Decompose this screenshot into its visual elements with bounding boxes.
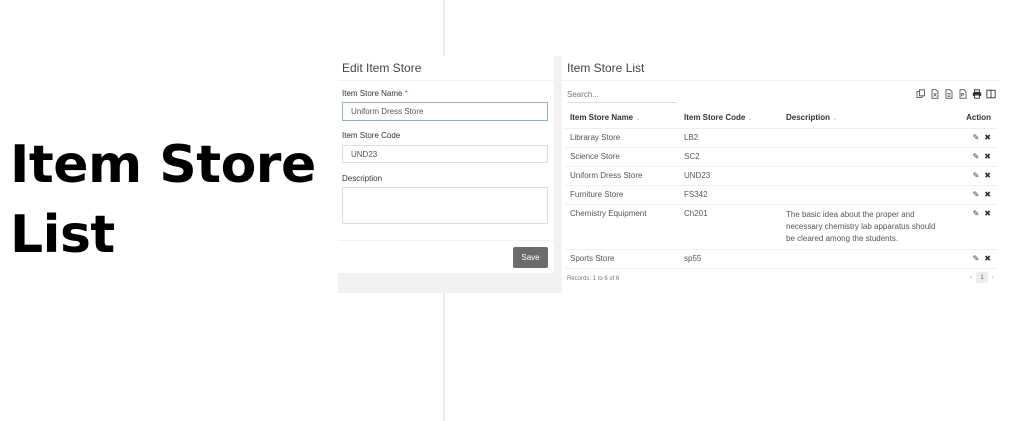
edit-panel-title: Edit Item Store [342,61,422,75]
search-input[interactable] [567,87,677,103]
page-number-button[interactable]: 1 [976,272,988,283]
item-store-name-input[interactable] [342,102,548,121]
list-panel-title: Item Store List [567,61,645,75]
delete-icon[interactable]: ✖ [984,171,991,180]
copy-icon[interactable] [916,89,926,99]
edit-icon[interactable]: ✎ [973,152,980,161]
sort-icon: ⌄ [635,116,641,123]
cell-code: LB2 [679,128,781,148]
prev-page-icon[interactable]: ‹ [970,275,972,281]
cell-code: Ch201 [679,204,781,250]
item-store-table: Item Store Name ⌄ Item Store Code ⌄ Desc… [565,108,997,269]
csv-icon[interactable] [944,89,954,99]
cell-name: Libraray Store [565,128,679,148]
cell-actions: ✎ ✖ [951,147,997,167]
column-header-action: Action [951,108,997,129]
cell-actions: ✎ ✖ [951,185,997,205]
delete-icon[interactable]: ✖ [984,209,991,218]
records-count: Records: 1 to 6 of 6 [567,276,620,282]
cell-description: The basic idea about the proper and nece… [781,204,951,250]
cell-description [781,249,951,269]
description-textarea[interactable] [342,187,548,224]
edit-icon[interactable]: ✎ [973,190,980,199]
cell-description [781,166,951,186]
table-row: Sports Store sp55 ✎ ✖ [565,249,997,269]
description-label: Description [342,174,383,183]
cell-name: Science Store [565,147,679,167]
page-heading: Item Store List [10,135,316,265]
export-toolbar [916,89,996,99]
sort-icon: ⌄ [747,116,753,123]
table-row: Furniture Store FS342 ✎ ✖ [565,185,997,205]
table-row: Chemistry Equipment Ch201 The basic idea… [565,204,997,250]
edit-icon[interactable]: ✎ [973,254,980,263]
cell-name: Uniform Dress Store [565,166,679,186]
cell-actions: ✎ ✖ [951,249,997,269]
table-row: Libraray Store LB2 ✎ ✖ [565,128,997,148]
delete-icon[interactable]: ✖ [984,190,991,199]
excel-icon[interactable] [930,89,940,99]
list-panel-divider [562,80,1000,81]
cell-name: Sports Store [565,249,679,269]
cell-description [781,185,951,205]
cell-code: sp55 [679,249,781,269]
cell-description [781,128,951,148]
save-button[interactable]: Save [513,247,548,268]
item-store-list-panel: Item Store List Item Store Name ⌄ Item S… [562,56,1000,293]
edit-icon[interactable]: ✎ [973,133,980,142]
cell-code: FS342 [679,185,781,205]
column-header-code[interactable]: Item Store Code ⌄ [679,108,781,129]
edit-item-store-panel: Edit Item Store Item Store Name * Item S… [338,56,554,273]
edit-icon[interactable]: ✎ [973,209,980,218]
required-mark: * [404,89,408,98]
item-store-name-label: Item Store Name * [342,89,408,98]
next-page-icon[interactable]: › [992,275,994,281]
table-header-row: Item Store Name ⌄ Item Store Code ⌄ Desc… [565,108,997,129]
cell-actions: ✎ ✖ [951,128,997,148]
column-header-description[interactable]: Description ⌄ [781,108,951,129]
columns-icon[interactable] [986,89,996,99]
delete-icon[interactable]: ✖ [984,152,991,161]
column-header-name[interactable]: Item Store Name ⌄ [565,108,679,129]
delete-icon[interactable]: ✖ [984,133,991,142]
cell-code: UND23 [679,166,781,186]
cell-name: Chemistry Equipment [565,204,679,250]
pagination: ‹ 1 › [970,272,994,283]
edit-icon[interactable]: ✎ [973,171,980,180]
cell-actions: ✎ ✖ [951,166,997,186]
cell-actions: ✎ ✖ [951,204,997,250]
form-footer-divider [338,240,554,241]
print-icon[interactable] [972,89,982,99]
table-row: Uniform Dress Store UND23 ✎ ✖ [565,166,997,186]
table-row: Science Store SC2 ✎ ✖ [565,147,997,167]
cell-name: Furniture Store [565,185,679,205]
item-store-code-input[interactable] [342,145,548,163]
cell-description [781,147,951,167]
cell-code: SC2 [679,147,781,167]
pdf-icon[interactable] [958,89,968,99]
edit-panel-divider [338,80,554,81]
sort-icon: ⌄ [832,116,838,123]
delete-icon[interactable]: ✖ [984,254,991,263]
item-store-code-label: Item Store Code [342,131,401,140]
